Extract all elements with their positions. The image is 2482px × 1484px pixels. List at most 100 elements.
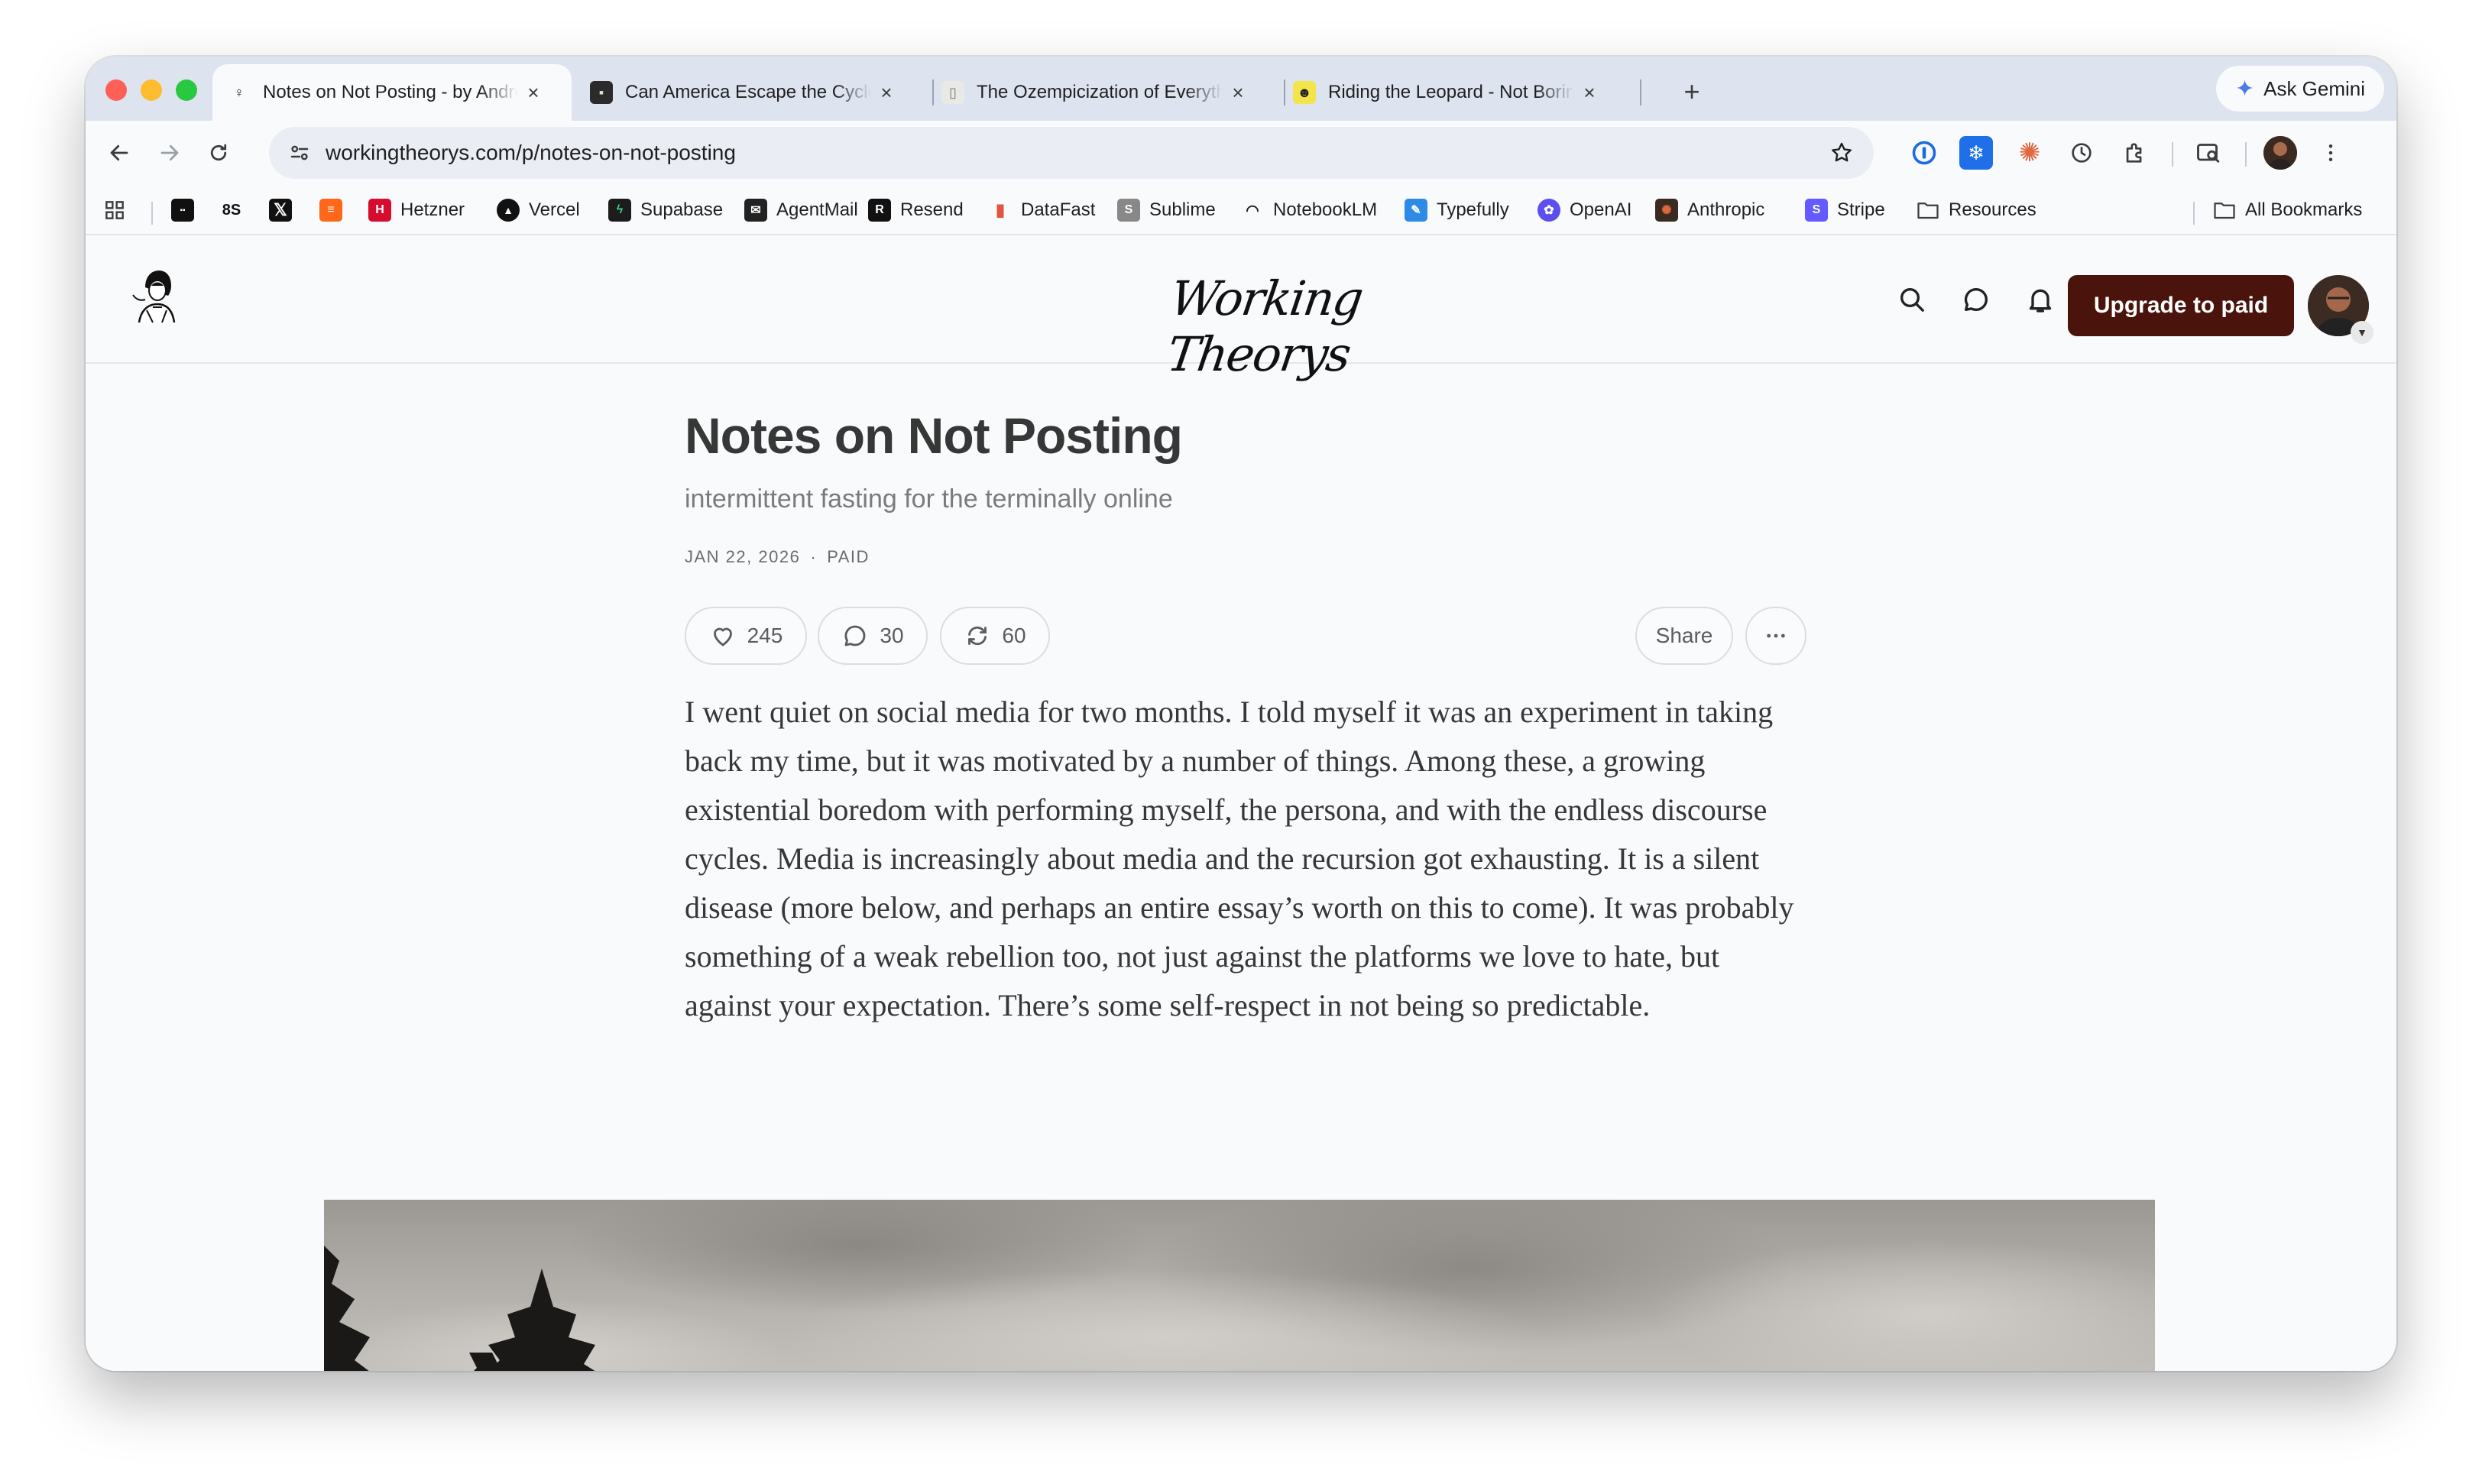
bookmark-label: Sublime <box>1149 199 1216 220</box>
browser-window: ♀ Notes on Not Posting - by Andrew × ▪ C… <box>86 57 2396 1371</box>
restack-button[interactable]: 60 <box>940 607 1050 665</box>
bookmark-divider <box>2193 202 2195 225</box>
more-menu-icon[interactable] <box>2314 136 2348 170</box>
bookmark-star-icon[interactable] <box>1826 138 1857 168</box>
window-maximize-button[interactable] <box>176 79 197 101</box>
apps-grid-icon[interactable] <box>102 196 127 225</box>
meta-separator: ∙ <box>810 547 817 566</box>
bookmark-label: Typefully <box>1437 199 1509 220</box>
bookmark-agentmail[interactable]: ✉ AgentMail <box>744 196 858 225</box>
stripe-icon: S <box>1805 199 1828 222</box>
share-button[interactable]: Share <box>1635 607 1733 665</box>
post-hero-image <box>324 1200 2155 1371</box>
browser-toolbar: workingtheorys.com/p/notes-on-not-postin… <box>86 121 2396 186</box>
bookmark-favicon-icon: ▪▪ <box>171 199 194 222</box>
bookmark-label: AgentMail <box>776 199 858 220</box>
bookmark-folder-resources[interactable]: Resources <box>1917 196 2036 225</box>
tab-title: Notes on Not Posting - by Andrew <box>263 82 518 102</box>
bookmark-label: Stripe <box>1837 199 1885 220</box>
close-tab-icon[interactable]: × <box>876 81 897 104</box>
notebooklm-icon: ◠ <box>1246 202 1259 219</box>
post-meta: JAN 22, 2026 ∙ PAID <box>685 547 870 567</box>
substack-icon: ≡ <box>319 199 342 222</box>
bookmark-label: DataFast <box>1021 199 1096 220</box>
site-title[interactable]: Working Theorys <box>1087 271 1439 382</box>
extension-snowflake-icon[interactable]: ❄ <box>1959 136 1993 170</box>
chat-icon[interactable] <box>1958 281 1994 318</box>
new-tab-button[interactable]: + <box>1675 75 1709 109</box>
url-text: workingtheorys.com/p/notes-on-not-postin… <box>326 141 736 164</box>
bookmark-x[interactable]: 𝕏 <box>269 196 301 225</box>
more-options-button[interactable] <box>1745 607 1806 665</box>
tab-can-america[interactable]: ▪ Can America Escape the Cycle × <box>575 64 926 121</box>
upgrade-to-paid-button[interactable]: Upgrade to paid <box>2068 275 2294 336</box>
profile-avatar[interactable] <box>2263 136 2297 170</box>
bookmark-label: NotebookLM <box>1273 199 1378 220</box>
all-bookmarks-label: All Bookmarks <box>2245 199 2363 220</box>
claude-extension-icon[interactable]: ✺ <box>2013 136 2046 170</box>
back-button[interactable] <box>101 134 138 171</box>
all-bookmarks-button[interactable]: All Bookmarks <box>2213 196 2362 225</box>
bookmark-stripe[interactable]: S Stripe <box>1805 196 1885 225</box>
post-title: Notes on Not Posting <box>685 407 1183 464</box>
vercel-icon: ▲ <box>497 199 520 222</box>
post-access-badge: PAID <box>827 547 870 566</box>
bookmark-icon-1[interactable]: ▪▪ <box>171 196 203 225</box>
account-menu-caret-icon[interactable]: ▼ <box>2351 321 2373 344</box>
toolbar-divider <box>2172 142 2173 167</box>
bookmark-datafast[interactable]: ▮ DataFast <box>989 196 1095 225</box>
tab-search-icon[interactable] <box>2192 136 2225 170</box>
address-bar[interactable]: workingtheorys.com/p/notes-on-not-postin… <box>269 127 1874 179</box>
comments-button[interactable]: 30 <box>818 607 928 665</box>
close-tab-icon[interactable]: × <box>1227 81 1249 104</box>
folder-icon <box>2213 199 2236 222</box>
folder-icon <box>1917 199 1939 222</box>
site-logo-icon[interactable] <box>124 264 185 326</box>
site-info-icon[interactable] <box>284 138 315 168</box>
bookmark-openai[interactable]: ✿ OpenAI <box>1537 196 1631 225</box>
bookmark-resend[interactable]: R Resend <box>868 196 964 225</box>
forward-button[interactable] <box>151 134 188 171</box>
restack-count: 60 <box>1002 624 1026 647</box>
close-tab-icon[interactable]: × <box>523 81 544 104</box>
bookmark-label: Supabase <box>640 199 724 220</box>
bookmark-substack[interactable]: ≡ <box>319 196 352 225</box>
notification-bell-icon[interactable] <box>2022 281 2059 318</box>
bookmark-supabase[interactable]: ϟ Supabase <box>608 196 723 225</box>
not-boring-favicon-icon: ☻ <box>1293 81 1316 104</box>
bookmark-hetzner[interactable]: H Hetzner <box>368 196 465 225</box>
like-count: 245 <box>747 624 783 647</box>
tab-riding-the-leopard[interactable]: ☻ Riding the Leopard - Not Boring × <box>1278 64 1629 121</box>
password-manager-extension-icon[interactable] <box>1907 136 1941 170</box>
bookmark-notebooklm[interactable]: ◠ NotebookLM <box>1241 196 1377 225</box>
like-button[interactable]: 245 <box>685 607 807 665</box>
close-tab-icon[interactable]: × <box>1579 81 1600 104</box>
tab-ozempicization[interactable]: ▯ The Ozempicization of Everything × <box>926 64 1278 121</box>
extensions-puzzle-icon[interactable] <box>2118 136 2152 170</box>
bookmark-sublime[interactable]: S Sublime <box>1117 196 1216 225</box>
post-subtitle: intermittent fasting for the terminally … <box>685 484 1173 514</box>
extension-clock-icon[interactable] <box>2065 136 2098 170</box>
bookmark-anthropic[interactable]: ✺ Anthropic <box>1655 196 1764 225</box>
bookmark-vercel[interactable]: ▲ Vercel <box>497 196 580 225</box>
post-body-paragraph: I went quiet on social media for two mon… <box>685 695 1794 1022</box>
window-close-button[interactable] <box>105 79 127 101</box>
bookmarks-bar: ▪▪ 8S 𝕏 ≡ H Hetzner ▲ Vercel ϟ Supabase ✉ Ag… <box>86 186 2396 235</box>
bookmark-icon-2[interactable]: 8S <box>220 196 252 225</box>
tab-title: Can America Escape the Cycle <box>625 82 871 102</box>
ellipsis-icon <box>1767 633 1785 638</box>
ask-gemini-button[interactable]: ✦ Ask Gemini <box>2216 66 2384 112</box>
bookmark-label: OpenAI <box>1570 199 1632 220</box>
bookmark-typefully[interactable]: ✎ Typefully <box>1405 196 1509 225</box>
search-icon[interactable] <box>1894 281 1930 318</box>
sublime-icon: S <box>1117 199 1140 222</box>
article-favicon-icon: ▪ <box>590 81 613 104</box>
tab-notes-on-not-posting[interactable]: ♀ Notes on Not Posting - by Andrew × <box>212 64 572 121</box>
page-content: Working Theorys Upgrade to paid ▼ Notes … <box>86 235 2396 1371</box>
reload-button[interactable] <box>200 134 237 171</box>
bookmark-label: Anthropic <box>1687 199 1765 220</box>
supabase-icon: ϟ <box>608 199 631 222</box>
article-favicon-icon: ▯ <box>941 81 964 104</box>
window-minimize-button[interactable] <box>141 79 162 101</box>
typefully-icon: ✎ <box>1405 199 1427 222</box>
